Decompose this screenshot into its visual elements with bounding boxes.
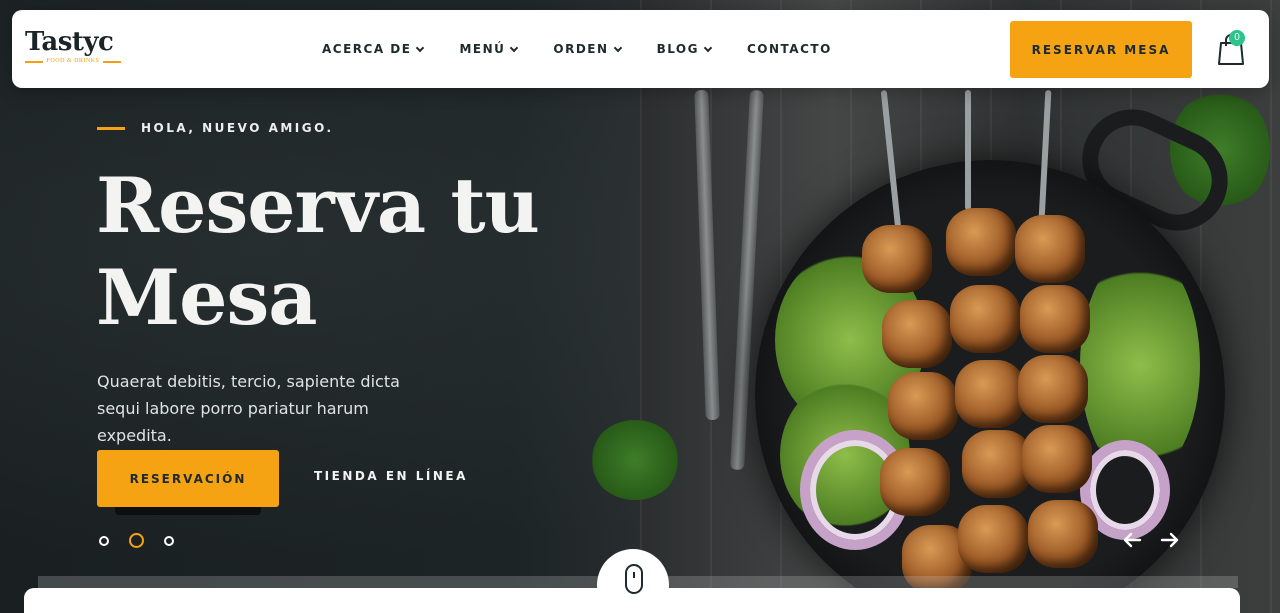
meat-piece: [880, 448, 950, 516]
meat-piece: [888, 372, 958, 440]
logo-tagline: FOOD & DRINKS: [25, 58, 121, 64]
nav-item-label: BLOG: [656, 42, 699, 56]
chevron-down-icon: [416, 43, 425, 52]
meat-piece: [1015, 215, 1085, 283]
eyebrow-divider: [97, 126, 125, 130]
meat-piece: [1020, 285, 1090, 353]
slider-dot-1[interactable]: [99, 535, 109, 546]
logo-text: Tastyc: [25, 27, 114, 57]
nav-item-label: MENÚ: [459, 42, 506, 56]
meat-piece: [955, 360, 1025, 428]
meat-piece: [1018, 355, 1088, 423]
meat-piece: [946, 208, 1016, 276]
nav-item-contacto[interactable]: CONTACTO: [747, 40, 832, 58]
meat-piece: [882, 300, 952, 368]
nav-item-blog[interactable]: BLOG: [656, 40, 713, 58]
hero-title: Reserva tu Mesa: [96, 161, 540, 342]
chevron-down-icon: [510, 43, 519, 52]
meat-piece: [1022, 425, 1092, 493]
arrow-left-icon[interactable]: [1122, 530, 1142, 550]
button-shadow: [115, 507, 261, 515]
nav-item-label: ACERCA DE: [322, 42, 412, 56]
skewer-image-2: [965, 90, 971, 210]
cart-count-badge: 0: [1229, 30, 1245, 46]
slider-arrows: [1122, 530, 1180, 550]
site-header: Tastyc FOOD & DRINKS ACERCA DE MENÚ ORDE…: [12, 10, 1269, 88]
online-store-link[interactable]: TIENDA EN LÍNEA: [314, 469, 468, 483]
nav-item-orden[interactable]: ORDEN: [553, 40, 622, 58]
meat-piece: [1028, 500, 1098, 568]
slider-dot-2[interactable]: [129, 533, 144, 548]
reserve-table-button[interactable]: RESERVAR MESA: [1010, 21, 1192, 78]
logo[interactable]: Tastyc FOOD & DRINKS: [25, 28, 125, 64]
arrow-right-icon[interactable]: [1160, 530, 1180, 550]
nav-item-label: CONTACTO: [746, 42, 832, 56]
reservation-button[interactable]: RESERVACIÓN: [97, 450, 279, 507]
slider-dot-3[interactable]: [164, 535, 174, 546]
herb-image: [590, 420, 680, 500]
hero-description: Quaerat debitis, tercio, sapiente dicta …: [97, 372, 400, 445]
meat-piece: [862, 225, 932, 293]
chevron-down-icon: [703, 43, 713, 52]
main-nav: ACERCA DE MENÚ ORDEN BLOG CONTACTO: [322, 40, 868, 58]
nav-item-label: ORDEN: [553, 42, 609, 56]
eyebrow-text: HOLA, NUEVO AMIGO.: [141, 121, 334, 135]
hero-eyebrow: HOLA, NUEVO AMIGO.: [97, 121, 334, 135]
nav-item-acerca[interactable]: ACERCA DE: [322, 40, 425, 58]
meat-piece: [958, 505, 1028, 573]
meat-piece: [950, 285, 1020, 353]
slider-dots: [99, 533, 194, 548]
mouse-scroll-icon[interactable]: [625, 564, 643, 594]
nav-item-menu[interactable]: MENÚ: [459, 40, 519, 58]
chevron-down-icon: [613, 43, 622, 52]
